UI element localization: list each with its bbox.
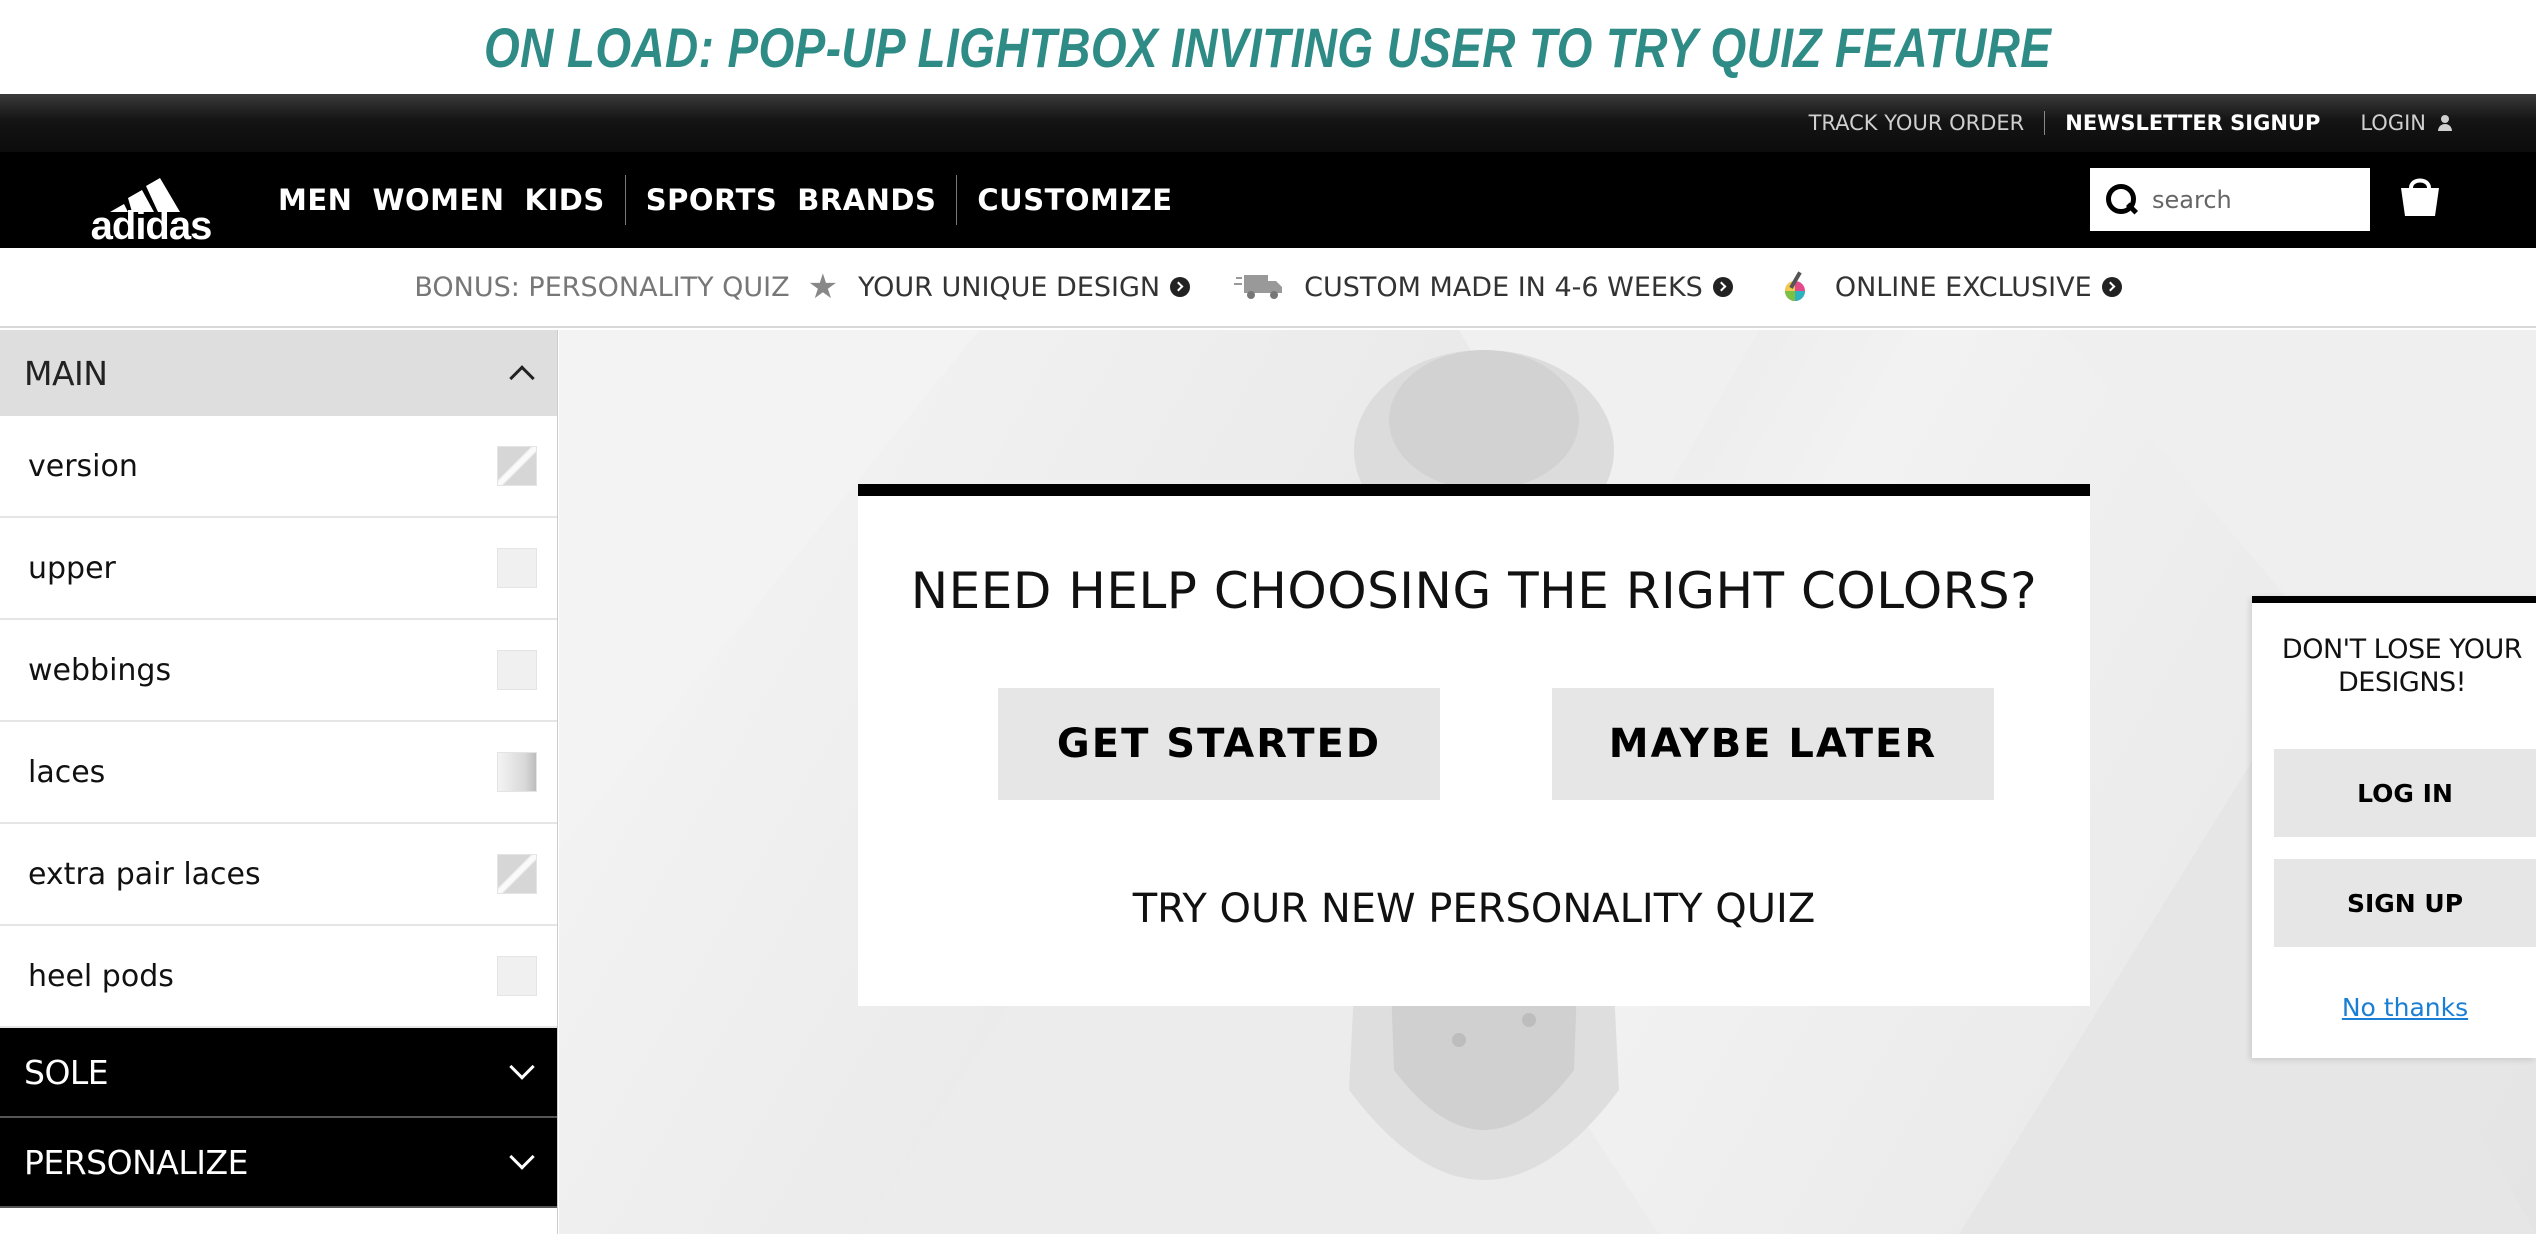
chevron-down-icon: [509, 1054, 535, 1080]
nav-divider: [624, 175, 626, 225]
section-personalize-label: PERSONALIZE: [24, 1142, 248, 1182]
no-thanks-link[interactable]: No thanks: [2274, 993, 2536, 1022]
bonus-quiz-label: BONUS: PERSONALITY QUIZ: [414, 271, 790, 303]
chevron-up-icon: [509, 365, 535, 391]
color-swatch[interactable]: [497, 446, 537, 486]
popup-subtitle: TRY OUR NEW PERSONALITY QUIZ: [1132, 886, 1816, 932]
chevron-right-circle-icon: [2101, 277, 2122, 297]
feature-bonus-quiz[interactable]: BONUS: PERSONALITY QUIZ ★ YOUR UNIQUE DE…: [414, 267, 1191, 307]
nav-divider: [956, 175, 958, 225]
color-palette-icon: [1784, 271, 1805, 301]
sidebar-item-label: extra pair laces: [28, 856, 261, 892]
save-panel-title: DON'T LOSE YOUR DESIGNS!: [2281, 634, 2523, 698]
adidas-logo[interactable]: adidas: [86, 174, 216, 248]
nav-links: MEN WOMEN KIDS SPORTS BRANDS CUSTOMIZE: [278, 152, 1183, 248]
log-in-button[interactable]: LOG IN: [2274, 749, 2536, 837]
get-started-button[interactable]: GET STARTED: [998, 688, 1440, 800]
truck-icon: [1234, 275, 1283, 299]
unique-design-label: YOUR UNIQUE DESIGN: [858, 271, 1161, 303]
sidebar-item-version[interactable]: version: [0, 416, 557, 518]
nav-customize[interactable]: CUSTOMIZE: [967, 183, 1182, 217]
utility-bar: TRACK YOUR ORDER NEWSLETTER SIGNUP LOGIN: [0, 94, 2536, 152]
section-main-header[interactable]: MAIN: [0, 330, 557, 416]
section-main-label: MAIN: [24, 353, 108, 393]
nav-sports[interactable]: SPORTS: [636, 183, 788, 217]
quiz-lightbox: NEED HELP CHOOSING THE RIGHT COLORS? GET…: [858, 484, 2090, 1006]
sign-up-button[interactable]: SIGN UP: [2274, 859, 2536, 947]
shopping-bag-icon[interactable]: [2396, 172, 2444, 220]
star-icon: ★: [807, 267, 839, 307]
save-designs-panel: DON'T LOSE YOUR DESIGNS! LOG IN SIGN UP …: [2252, 596, 2536, 1058]
maybe-later-button[interactable]: MAYBE LATER: [1552, 688, 1994, 800]
sidebar-item-upper[interactable]: upper: [0, 518, 557, 620]
search-box: [2090, 168, 2370, 231]
color-swatch[interactable]: [497, 956, 537, 996]
nav-kids[interactable]: KIDS: [515, 183, 615, 217]
customizer-sidebar: MAIN version upper webbings laces extra …: [0, 330, 558, 1234]
custom-made-label: CUSTOM MADE IN 4-6 WEEKS: [1304, 271, 1703, 303]
color-swatch[interactable]: [497, 854, 537, 894]
feature-custom-made[interactable]: CUSTOM MADE IN 4-6 WEEKS: [1234, 272, 1733, 303]
user-icon: [2438, 115, 2452, 131]
chevron-down-icon: [509, 1144, 535, 1170]
section-sole-label: SOLE: [24, 1052, 109, 1092]
annotation-banner: ON LOAD: POP-UP LIGHTBOX INVITING USER T…: [0, 0, 2536, 94]
color-swatch[interactable]: [497, 752, 537, 792]
sidebar-item-label: upper: [28, 550, 116, 586]
annotation-text: ON LOAD: POP-UP LIGHTBOX INVITING USER T…: [484, 15, 2052, 79]
sidebar-item-webbings[interactable]: webbings: [0, 620, 557, 722]
feature-bar: BONUS: PERSONALITY QUIZ ★ YOUR UNIQUE DE…: [0, 248, 2536, 328]
logo-wordmark: adidas: [90, 204, 213, 248]
nav-brands[interactable]: BRANDS: [787, 183, 946, 217]
sidebar-item-laces[interactable]: laces: [0, 722, 557, 824]
sidebar-item-label: version: [28, 448, 138, 484]
track-order-link[interactable]: TRACK YOUR ORDER: [1789, 111, 2045, 135]
login-label: LOGIN: [2360, 111, 2426, 135]
section-sole-header[interactable]: SOLE: [0, 1028, 557, 1118]
search-icon[interactable]: [2106, 183, 2138, 216]
color-swatch[interactable]: [497, 650, 537, 690]
popup-title: NEED HELP CHOOSING THE RIGHT COLORS?: [910, 562, 2038, 620]
online-exclusive-label: ONLINE EXCLUSIVE: [1834, 271, 2092, 303]
login-link[interactable]: LOGIN: [2340, 111, 2452, 135]
nav-women[interactable]: WOMEN: [362, 183, 514, 217]
sidebar-item-label: heel pods: [28, 958, 174, 994]
sidebar-item-label: webbings: [28, 652, 172, 688]
sidebar-item-label: laces: [28, 754, 106, 790]
chevron-right-circle-icon: [1170, 277, 1191, 297]
newsletter-signup-link[interactable]: NEWSLETTER SIGNUP: [2045, 111, 2340, 135]
feature-online-exclusive[interactable]: ONLINE EXCLUSIVE: [1777, 271, 2122, 303]
chevron-right-circle-icon: [1712, 277, 1733, 297]
section-personalize-header[interactable]: PERSONALIZE: [0, 1118, 557, 1208]
sidebar-item-extra-pair-laces[interactable]: extra pair laces: [0, 824, 557, 926]
sidebar-item-heel-pods[interactable]: heel pods: [0, 926, 557, 1028]
search-input[interactable]: [2152, 179, 2352, 220]
nav-men[interactable]: MEN: [278, 183, 362, 217]
color-swatch[interactable]: [497, 548, 537, 588]
